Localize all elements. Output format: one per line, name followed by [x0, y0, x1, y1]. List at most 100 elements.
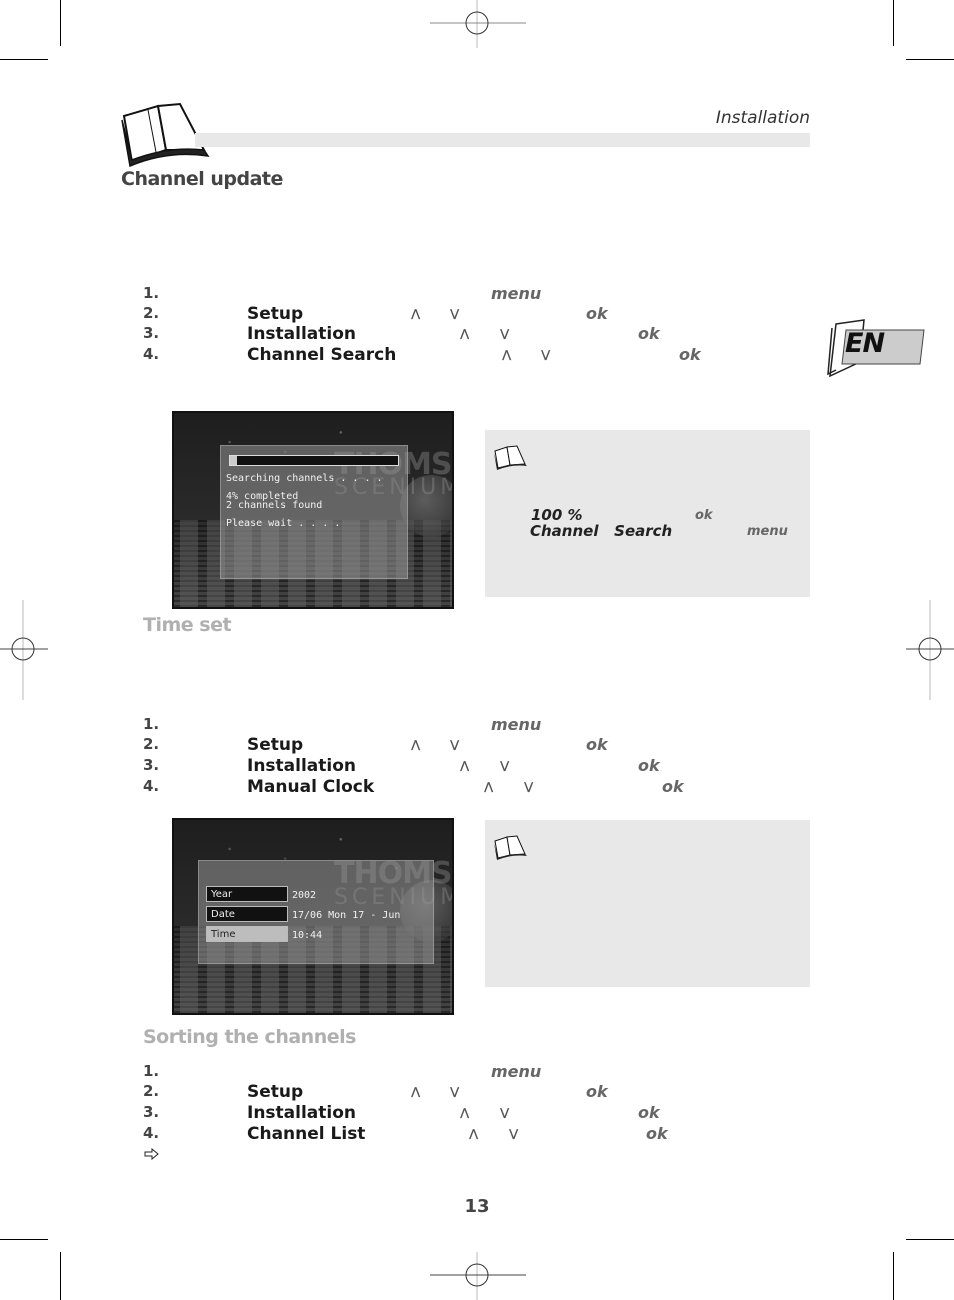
crop-mark [60, 0, 61, 46]
step-row: 4. Manual Clock ⋀ ⋁ ok [143, 777, 743, 798]
key-menu: menu [491, 1062, 542, 1081]
step-row: 4. Channel Search ⋀ ⋁ ok [143, 345, 743, 366]
section-title-channel-update: Channel update [121, 168, 283, 190]
page-number: 13 [464, 1196, 490, 1217]
arrow-down-icon: ⋁ [524, 780, 534, 793]
step-row: 1. menu [143, 284, 743, 305]
field-label-date[interactable]: Date [206, 906, 288, 922]
registration-mark-top [430, 0, 526, 48]
field-label-year[interactable]: Year [206, 886, 288, 902]
section-title-sorting: Sorting the channels [143, 1026, 356, 1048]
field-value-date: 17/06 Mon 17 - Jun [292, 910, 401, 921]
crop-mark [0, 59, 48, 60]
step-number: 1. [143, 284, 160, 302]
menu-item-setup: Setup [247, 304, 304, 324]
arrow-up-icon: ⋀ [460, 327, 470, 340]
arrow-down-icon: ⋁ [500, 1106, 510, 1119]
registration-mark-right [906, 600, 954, 700]
step-row: 2. Setup ⋀ ⋁ ok [143, 304, 743, 325]
arrow-down-icon: ⋁ [500, 327, 510, 340]
arrow-up-icon: ⋀ [411, 1085, 421, 1098]
tv-screen-manual-clock: THOMSON SCENIUM Year 2002 Date 17/06 Mon… [172, 818, 454, 1015]
arrow-up-icon: ⋀ [411, 307, 421, 320]
key-ok: ok [586, 304, 608, 323]
crop-mark [0, 1239, 48, 1240]
menu-item-channel-search: Channel Search [247, 345, 397, 365]
arrow-up-icon: ⋀ [469, 1127, 479, 1140]
menu-item-installation: Installation [247, 324, 357, 344]
step-number: 4. [143, 345, 160, 363]
step-number: 3. [143, 324, 160, 342]
section-title-time-set: Time set [143, 614, 232, 636]
step-row: 2. Setup ⋀ ⋁ ok [143, 735, 743, 756]
key-ok: ok [646, 1124, 668, 1143]
field-value-year: 2002 [292, 890, 317, 901]
crop-mark [893, 1252, 894, 1300]
step-row: 3. Installation ⋀ ⋁ ok [143, 756, 743, 777]
note-box [485, 820, 810, 987]
step-row: 2. Setup ⋀ ⋁ ok [143, 1082, 743, 1103]
step-number: 4. [143, 1124, 160, 1142]
step-number: 3. [143, 1103, 160, 1121]
registration-mark-bottom [430, 1252, 526, 1300]
search-progress-bar [229, 455, 399, 466]
crop-mark [906, 1239, 954, 1240]
arrow-down-icon: ⋁ [450, 738, 460, 751]
field-value-time: 10:44 [292, 930, 323, 941]
status-searching: Searching channels . . . . [226, 473, 383, 484]
note-text-channel-search: Channel Search [530, 522, 673, 540]
step-row: 1. menu [143, 715, 743, 736]
arrow-down-icon: ⋁ [509, 1127, 519, 1140]
arrow-up-icon: ⋀ [484, 780, 494, 793]
step-row: 3. Installation ⋀ ⋁ ok [143, 324, 743, 345]
arrow-down-icon: ⋁ [500, 759, 510, 772]
key-ok: ok [638, 1103, 660, 1122]
section-label: Installation [715, 108, 810, 128]
crop-mark [906, 59, 954, 60]
key-ok: ok [638, 756, 660, 775]
key-ok: ok [586, 735, 608, 754]
key-ok: ok [586, 1082, 608, 1101]
menu-item-installation: Installation [247, 1103, 357, 1123]
key-ok: ok [638, 324, 660, 343]
step-number: 1. [143, 715, 160, 733]
arrow-down-icon: ⋁ [450, 1085, 460, 1098]
menu-item-channel-list: Channel List [247, 1124, 366, 1144]
tv-screen-channel-search: THOMSON SCENIUM Searching channels . . .… [172, 411, 454, 609]
search-progress-fill [230, 456, 237, 465]
arrow-up-icon: ⋀ [460, 1106, 470, 1119]
note-key-menu: menu [747, 524, 788, 539]
menu-item-manual-clock: Manual Clock [247, 777, 375, 797]
key-ok: ok [662, 777, 684, 796]
step-number: 4. [143, 777, 160, 795]
menu-item-setup: Setup [247, 735, 304, 755]
arrow-right-outline-icon [144, 1148, 159, 1160]
key-menu: menu [491, 284, 542, 303]
step-row: 4. Channel List ⋀ ⋁ ok [143, 1124, 743, 1145]
crop-mark [893, 0, 894, 46]
registration-mark-left [0, 600, 48, 700]
arrow-up-icon: ⋀ [411, 738, 421, 751]
step-number: 2. [143, 735, 160, 753]
step-row: 1. menu [143, 1062, 743, 1083]
step-number: 3. [143, 756, 160, 774]
step-number: 2. [143, 1082, 160, 1100]
open-book-icon [494, 445, 527, 470]
key-ok: ok [679, 345, 701, 364]
open-book-icon [494, 835, 527, 860]
crop-mark [60, 1252, 61, 1300]
arrow-up-icon: ⋀ [502, 348, 512, 361]
status-please-wait: Please wait . . . . [226, 518, 341, 529]
step-number: 2. [143, 304, 160, 322]
arrow-up-icon: ⋀ [460, 759, 470, 772]
key-menu: menu [491, 715, 542, 734]
language-tab-label: EN [845, 328, 885, 359]
status-channels-found: 2 channels found [226, 500, 323, 511]
step-row: 3. Installation ⋀ ⋁ ok [143, 1103, 743, 1124]
menu-item-setup: Setup [247, 1082, 304, 1102]
menu-item-installation: Installation [247, 756, 357, 776]
arrow-down-icon: ⋁ [541, 348, 551, 361]
step-number: 1. [143, 1062, 160, 1080]
header-bar [195, 133, 810, 147]
field-label-time[interactable]: Time [206, 926, 288, 942]
